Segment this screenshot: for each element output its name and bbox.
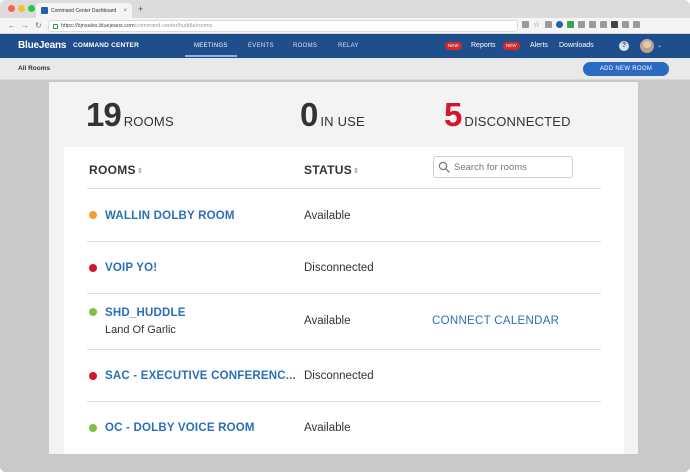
room-name-link[interactable]: SHD_HUDDLE <box>105 307 186 319</box>
new-badge: NEW <box>445 42 462 50</box>
extension-blue-icon[interactable] <box>556 21 563 28</box>
browser-window: Command Center Dashboard × + ← → ↻ https… <box>0 0 690 472</box>
nav-relay[interactable]: RELAY <box>338 43 359 49</box>
stat-in-use: 0 IN USE <box>300 96 365 134</box>
new-tab-button[interactable]: + <box>138 3 143 15</box>
extension-dark-icon[interactable] <box>611 21 618 28</box>
connect-calendar-link[interactable]: CONNECT CALENDAR <box>432 315 559 327</box>
room-location: Land Of Garlic <box>105 324 176 336</box>
address-bar[interactable]: https://bjnsales.bluejeans.com/command-c… <box>48 20 518 32</box>
search-input[interactable] <box>454 161 569 173</box>
sub-header: All Rooms ADD NEW ROOM <box>0 58 690 80</box>
user-avatar[interactable] <box>640 39 654 53</box>
status-dot <box>89 211 97 219</box>
rooms-count: 19 <box>86 96 122 133</box>
table-row[interactable]: SAC - EXECUTIVE CONFERENC... Disconnecte… <box>87 350 601 401</box>
room-status: Available <box>304 315 351 327</box>
extension-green-icon[interactable] <box>567 21 574 28</box>
in-use-count: 0 <box>300 96 318 133</box>
room-name-link[interactable]: VOIP YO! <box>105 262 157 274</box>
back-arrow-icon[interactable]: ← <box>8 20 16 31</box>
rooms-table: ROOMS⇕ STATUS⇕ WALLIN DOLBY ROOM Availab… <box>64 147 624 454</box>
bluejeans-logo[interactable]: BlueJeans <box>18 40 66 51</box>
extension-icon[interactable] <box>545 21 552 28</box>
tab-close-icon[interactable]: × <box>123 8 127 14</box>
nav-rooms[interactable]: ROOMS <box>293 43 317 49</box>
bluejeans-favicon-icon <box>41 7 48 14</box>
reports-link[interactable]: Reports <box>471 42 496 49</box>
status-dot <box>89 308 97 316</box>
product-name: COMMAND CENTER <box>73 42 139 49</box>
close-window-button[interactable] <box>8 5 15 12</box>
room-name-link[interactable]: WALLIN DOLBY ROOM <box>105 210 235 222</box>
browser-toolbar: ← → ↻ https://bjnsales.bluejeans.com/com… <box>0 18 690 34</box>
nav-events[interactable]: EVENTS <box>248 43 274 49</box>
room-status: Available <box>304 422 351 434</box>
lock-icon <box>53 23 58 29</box>
page-background-bottom <box>0 454 690 472</box>
column-header-status[interactable]: STATUS⇕ <box>304 163 359 177</box>
tab-title: Command Center Dashboard <box>51 7 117 14</box>
stat-rooms: 19 ROOMS <box>86 96 174 134</box>
room-status: Disconnected <box>304 370 374 382</box>
url-text[interactable]: https://bjnsales.bluejeans.com/command-c… <box>61 23 212 29</box>
search-icon <box>438 161 450 173</box>
bookmark-star-icon[interactable]: ☆ <box>533 21 541 29</box>
table-row[interactable]: VOIP YO! Disconnected <box>87 242 601 293</box>
room-status: Available <box>304 210 351 222</box>
table-row[interactable]: WALLIN DOLBY ROOM Available <box>87 189 601 241</box>
table-row[interactable]: SHD_HUDDLE Land Of Garlic Available CONN… <box>87 294 601 349</box>
extension-icons: ☆ <box>522 21 640 29</box>
downloads-link[interactable]: Downloads <box>559 42 594 49</box>
sort-icon[interactable]: ⇕ <box>353 167 359 175</box>
chevron-down-icon[interactable]: ⌄ <box>657 42 662 49</box>
room-status: Disconnected <box>304 262 374 274</box>
maximize-window-button[interactable] <box>28 5 35 12</box>
extension-square-icon[interactable] <box>589 21 596 28</box>
minimize-window-button[interactable] <box>18 5 25 12</box>
extension-grid-icon[interactable] <box>578 21 585 28</box>
table-row[interactable]: OC - DOLBY VOICE ROOM Available <box>87 402 601 454</box>
disconnected-label: DISCONNECTED <box>464 114 571 129</box>
status-dot <box>89 264 97 272</box>
sort-icon[interactable]: ⇕ <box>137 167 143 175</box>
rooms-summary-card: 19 ROOMS 0 IN USE 5 DISCONNECTED ROOMS⇕ … <box>49 82 638 454</box>
room-name-link[interactable]: OC - DOLBY VOICE ROOM <box>105 422 255 434</box>
new-badge: NEW <box>503 42 520 50</box>
extension-box-icon[interactable] <box>600 21 607 28</box>
room-name-link[interactable]: SAC - EXECUTIVE CONFERENC... <box>105 370 296 382</box>
status-dot <box>89 424 97 432</box>
key-icon[interactable] <box>522 21 529 28</box>
reload-icon[interactable]: ↻ <box>35 20 42 31</box>
rooms-label: ROOMS <box>123 114 174 129</box>
app-nav-bar: BlueJeans COMMAND CENTER MEETINGS EVENTS… <box>0 34 690 58</box>
alerts-link[interactable]: Alerts <box>530 42 548 49</box>
page-title: All Rooms <box>18 65 51 72</box>
help-icon[interactable]: ? <box>619 41 629 51</box>
forward-arrow-icon[interactable]: → <box>21 20 29 31</box>
nav-meetings[interactable]: MEETINGS <box>194 43 228 49</box>
column-header-rooms[interactable]: ROOMS⇕ <box>89 163 143 177</box>
add-new-room-button[interactable]: ADD NEW ROOM <box>583 62 669 76</box>
tab-strip: Command Center Dashboard × + <box>0 0 690 18</box>
stat-disconnected: 5 DISCONNECTED <box>444 96 571 134</box>
disconnected-count: 5 <box>444 96 462 133</box>
in-use-label: IN USE <box>320 114 365 129</box>
status-dot <box>89 372 97 380</box>
browser-menu-icon[interactable] <box>633 21 640 28</box>
search-box[interactable] <box>433 156 573 178</box>
active-nav-indicator <box>185 55 237 57</box>
extension-flag-icon[interactable] <box>622 21 629 28</box>
browser-tab[interactable]: Command Center Dashboard × <box>36 3 132 18</box>
